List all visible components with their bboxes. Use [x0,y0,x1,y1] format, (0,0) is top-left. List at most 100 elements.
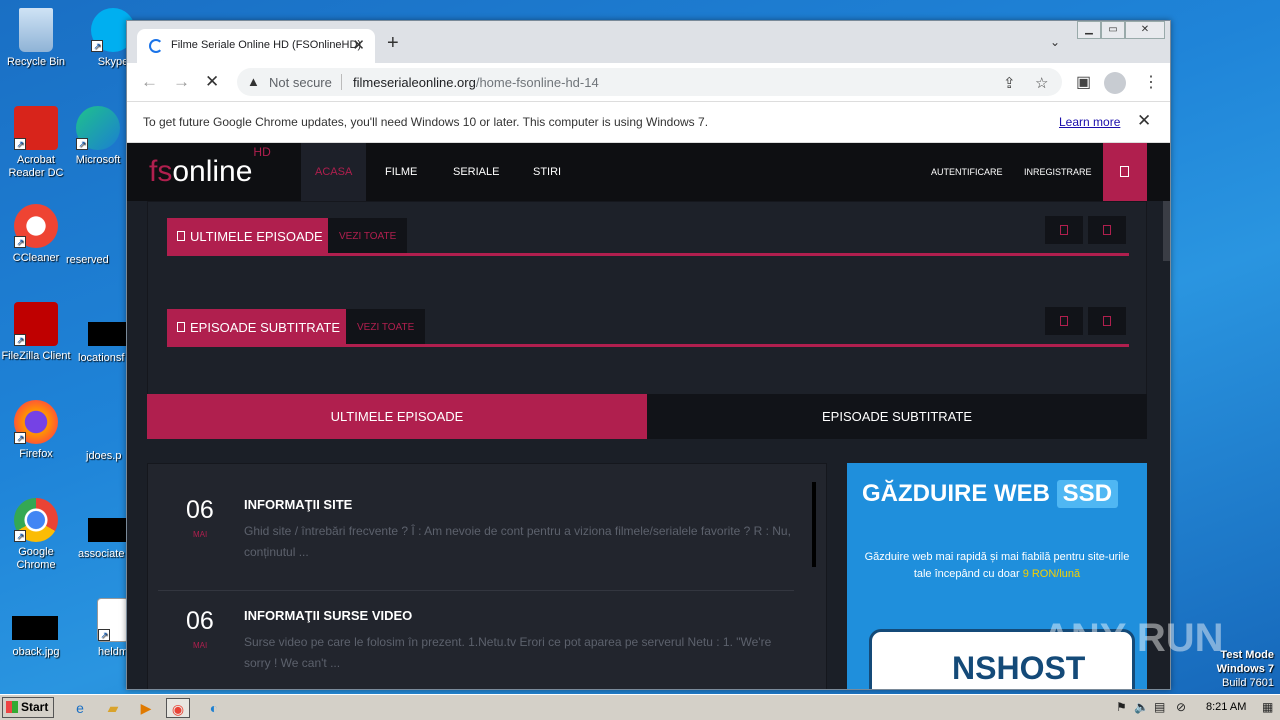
infobar-close-icon[interactable]: ✕ [1137,111,1151,131]
tab-title: Filme Seriale Online HD (FSOnlineHD) [171,39,362,51]
acrobat-icon: ↗ [14,106,58,150]
tab-subtitled-episodes[interactable]: EPISOADE SUBTITRATE [647,394,1147,439]
ad-text: Găzduire web mai rapidă și mai fiabilă p… [864,551,1130,580]
desktop-icon-filezilla[interactable]: ↗ FileZilla Client [1,302,71,363]
url-text[interactable]: filmeserialeonline.org/home-fsonline-hd-… [353,75,599,90]
ad-headline: GĂZDUIRE WEB SSD [862,480,1119,508]
divider [341,74,342,90]
browser-toolbar: ← → ✕ ▲ Not secure filmeserialeonline.or… [127,63,1170,101]
maximize-button[interactable]: ▭ [1101,21,1125,39]
ie-icon[interactable]: e [68,698,92,718]
chrome-taskbar-icon[interactable]: ◉ [166,698,190,718]
tray-flag-icon[interactable]: ⚑ [1116,700,1127,714]
section-divider [167,253,1129,256]
minimize-button[interactable]: ▁ [1077,21,1101,39]
desktop-icon-ccleaner[interactable]: ↗ CCleaner [1,204,71,265]
windows-logo-icon [6,701,18,713]
desktop-icon-chrome[interactable]: ↗ Google Chrome [1,498,71,572]
network-icon[interactable]: ▤ [1154,700,1165,714]
bookmark-star-icon[interactable]: ☆ [1035,74,1048,92]
prev-arrow-icon [1060,316,1068,326]
news-title[interactable]: INFORMAŢII SITE [244,497,352,512]
media-player-icon[interactable]: ▶ [134,698,158,718]
start-button[interactable]: Start [2,697,54,718]
desktop-icon-firefox[interactable]: ↗ Firefox [1,400,71,461]
tray-unknown-icon[interactable]: ⊘ [1176,700,1186,714]
news-list: 06 MAI INFORMAŢII SITE Ghid site / între… [147,463,827,689]
ccleaner-icon: ↗ [14,204,58,248]
view-all-subtitled-link[interactable]: VEZI TOATE [346,309,426,346]
next-arrow-button[interactable] [1088,216,1126,244]
word-doc-icon: ↗ [97,598,129,642]
site-logo[interactable]: fsonlineHD [149,145,271,189]
prev-arrow-button[interactable] [1045,216,1083,244]
view-all-latest-link[interactable]: VEZI TOATE [328,218,408,255]
clock[interactable]: 8:21 AM [1206,701,1246,713]
nav-stiri[interactable]: STIRI [533,143,561,201]
share-icon[interactable]: ⇪ [1003,74,1016,92]
edge-taskbar-icon[interactable]: ◐ [202,698,226,718]
section-icon [177,322,185,332]
desktop-icon-microsoft-edge[interactable]: ↗ Microsoft [63,106,133,167]
news-day: 06 [186,496,214,524]
security-label[interactable]: Not secure [269,75,332,90]
login-link[interactable]: AUTENTIFICARE [931,143,1003,201]
section-icon [177,231,185,241]
episodes-panel: ULTIMELE EPISOADE VEZI TOATE EPISOADE SU… [147,201,1147,395]
search-icon [1120,166,1129,177]
watermark: ANY RUN [1042,616,1224,660]
side-panel-icon[interactable]: ▣ [1076,72,1091,92]
show-desktop-icon[interactable]: ▦ [1262,700,1273,714]
loading-spinner-icon [149,39,163,53]
desktop-icon-oback[interactable]: oback.jpg [1,646,71,659]
tab-close-icon[interactable]: ✕ [352,36,365,54]
next-arrow-icon [1103,225,1111,235]
next-arrow-button[interactable] [1088,307,1126,335]
test-mode-notice: Test Mode Windows 7 Build 7601 [1216,649,1274,689]
news-excerpt: Surse video pe care le folosim în prezen… [244,635,772,670]
stop-loading-icon[interactable]: ✕ [205,72,219,92]
scrollbar[interactable] [1163,201,1170,261]
browser-tab[interactable]: Filme Seriale Online HD (FSOnlineHD) ✕ [137,29,375,63]
register-link[interactable]: INREGISTRARE [1024,143,1092,201]
redacted-icon [88,322,126,346]
page-content: fsonlineHD ACASA FILME SERIALE STIRI AUT… [127,143,1170,689]
explorer-folder-icon[interactable]: ▰ [101,698,125,718]
new-tab-icon[interactable]: + [387,33,399,53]
browser-window: Filme Seriale Online HD (FSOnlineHD) ✕ +… [126,20,1171,690]
search-button[interactable] [1103,143,1147,201]
nav-seriale[interactable]: SERIALE [453,143,499,201]
learn-more-link[interactable]: Learn more [1059,115,1120,129]
news-day: 06 [186,607,214,635]
nav-filme[interactable]: FILME [385,143,417,201]
update-infobar: To get future Google Chrome updates, you… [127,101,1170,143]
prev-arrow-button[interactable] [1045,307,1083,335]
prev-arrow-icon [1060,225,1068,235]
section-title-subtitled: EPISOADE SUBTITRATE [167,309,351,346]
forward-icon[interactable]: → [173,72,190,92]
edge-icon: ↗ [76,106,120,150]
news-title[interactable]: INFORMAŢII SURSE VIDEO [244,608,412,623]
section-title-latest: ULTIMELE EPISOADE [167,218,333,255]
tab-latest-episodes[interactable]: ULTIMELE EPISOADE [147,394,647,439]
chrome-icon: ↗ [14,498,58,542]
tab-strip: Filme Seriale Online HD (FSOnlineHD) ✕ +… [127,21,1170,63]
infobar-message: To get future Google Chrome updates, you… [143,115,709,129]
address-bar[interactable]: ▲ Not secure filmeserialeonline.org/home… [237,68,1062,96]
site-header: fsonlineHD ACASA FILME SERIALE STIRI AUT… [127,143,1170,201]
volume-icon[interactable]: 🔈 [1134,700,1149,714]
tab-search-chevron-icon[interactable]: ⌄ [1050,35,1060,49]
news-scrollbar[interactable] [812,482,816,567]
profile-avatar-icon[interactable] [1104,72,1126,94]
back-icon[interactable]: ← [141,72,158,92]
list-item[interactable]: 06 MAI INFORMAŢII SURSE VIDEO Surse vide… [158,575,794,685]
nav-acasa[interactable]: ACASA [301,143,367,201]
desktop-icon-recycle-bin[interactable]: Recycle Bin [1,8,71,69]
news-month: MAI [193,530,208,539]
list-item[interactable]: 06 MAI INFORMAŢII SITE Ghid site / între… [158,464,794,574]
section-divider [167,344,1129,347]
warning-icon[interactable]: ▲ [247,74,260,89]
desktop-icon-acrobat[interactable]: ↗ Acrobat Reader DC [1,106,71,180]
menu-kebab-icon[interactable]: ⋮ [1143,72,1159,92]
close-window-button[interactable]: ✕ [1125,21,1165,39]
